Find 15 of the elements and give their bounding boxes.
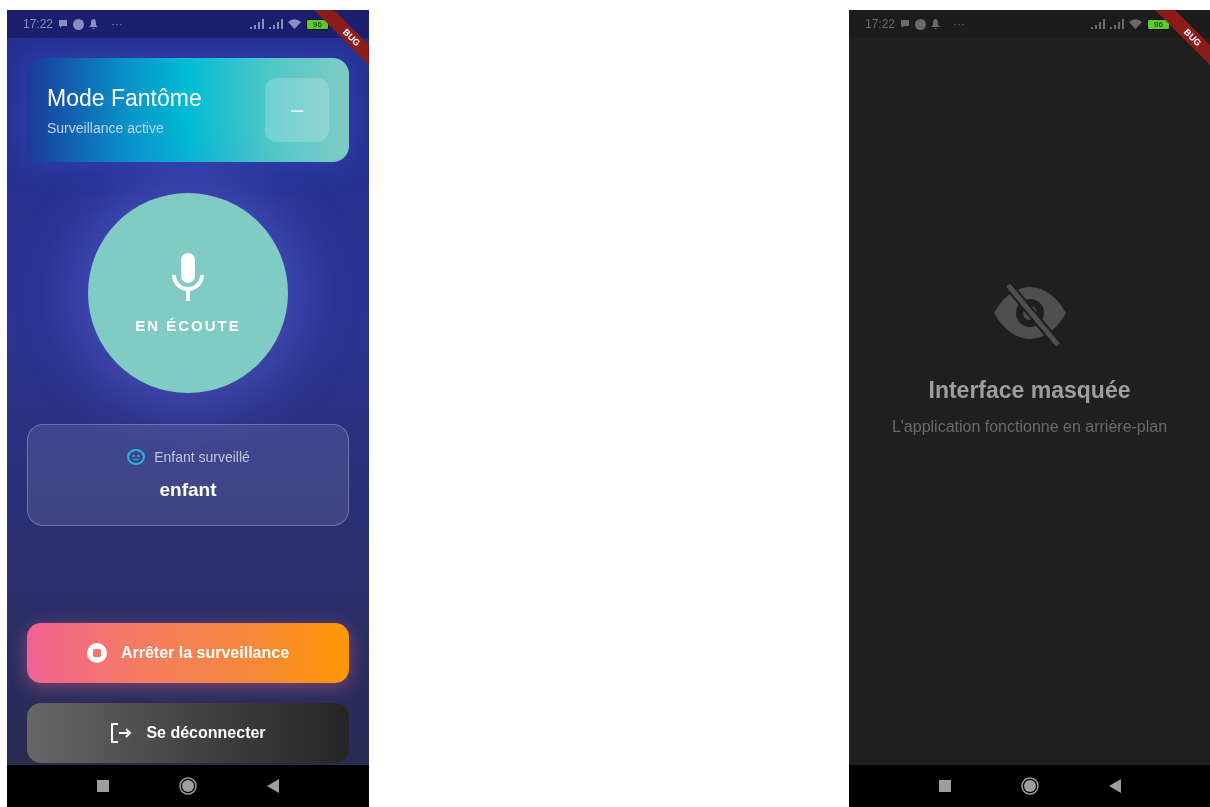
child-label: Enfant surveillé — [154, 449, 250, 465]
child-name: enfant — [159, 479, 217, 501]
logout-button[interactable]: Se déconnecter — [27, 703, 349, 763]
more-notifications: ··· — [953, 17, 966, 31]
hidden-subtitle: L'application fonctionne en arrière-plan — [891, 418, 1168, 436]
header-subtitle: Surveillance active — [47, 119, 165, 136]
minimize-button[interactable]: – — [265, 78, 329, 142]
more-notifications: ··· — [111, 17, 124, 31]
listening-label: EN ÉCOUTE — [135, 316, 241, 334]
stop-button[interactable]: Arrêter la surveillance — [27, 623, 349, 683]
header-title: Mode Fantôme — [47, 84, 203, 112]
listening-indicator[interactable]: EN ÉCOUTE — [88, 193, 288, 393]
status-time: 17:22 — [865, 17, 896, 31]
status-time: 17:22 — [23, 17, 54, 31]
hidden-title: Interface masquée — [928, 377, 1131, 404]
